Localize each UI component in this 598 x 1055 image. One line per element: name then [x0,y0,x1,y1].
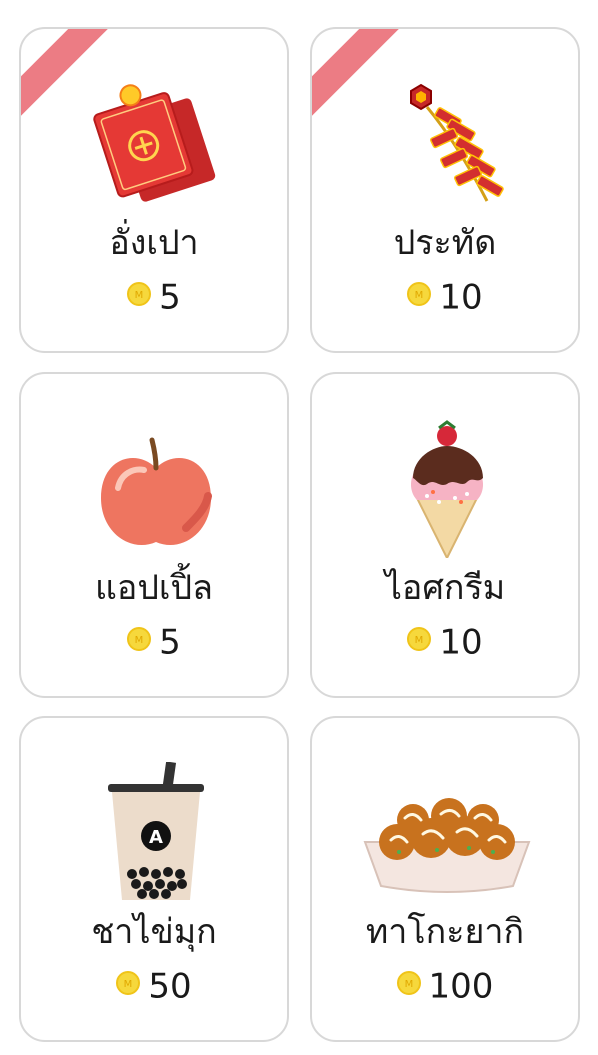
gift-price: M 10 [312,619,578,665]
gift-price-value: 10 [439,277,483,318]
gift-card-takoyaki[interactable]: ทาโกะยากิ M 100 [310,716,580,1042]
red-envelope-icon [56,73,256,213]
svg-text:M: M [404,979,413,990]
coin-icon: M [127,626,152,651]
coin-icon: M [127,281,152,306]
gift-price: M 5 [21,274,287,320]
gift-name: อั่งเปา [109,223,199,263]
firecracker-icon [347,73,547,213]
svg-text:A: A [149,827,163,848]
gift-card-ice-cream[interactable]: ไอศกรีม M 10 [310,372,580,698]
coin-icon: M [396,970,421,995]
gift-name: ประทัด [393,223,497,263]
coin-icon: M [407,626,432,651]
gift-price: M 5 [21,619,287,665]
gift-card-firecracker[interactable]: ประทัด M 10 [310,27,580,353]
gift-price: M 50 [21,963,287,1009]
svg-text:M: M [124,979,133,990]
gift-name: ชาไข่มุก [91,912,217,952]
coin-icon: M [407,281,432,306]
gift-name: ทาโกะยากิ [365,912,525,952]
gift-price: M 10 [312,274,578,320]
gift-name: ไอศกรีม [384,568,506,608]
gift-name: แอปเปิ้ล [95,568,213,608]
svg-text:M: M [135,635,144,646]
gift-price-value: 5 [159,622,181,663]
ice-cream-icon [347,418,547,558]
gift-card-red-envelope[interactable]: อั่งเปา M 5 [19,27,289,353]
gift-price-value: 10 [439,622,483,663]
gift-card-bubble-tea[interactable]: A ชาไข่มุก M 50 [19,716,289,1042]
svg-text:M: M [415,290,424,301]
takoyaki-icon [347,762,547,902]
gift-price: M 100 [312,963,578,1009]
bubble-tea-icon: A [56,762,256,902]
gift-price-value: 5 [159,277,181,318]
svg-text:M: M [415,635,424,646]
gift-grid: อั่งเปา M 5 ประทัด M 10 แอปเปิ้ล M 5 ไอศ… [0,0,598,1055]
gift-card-apple[interactable]: แอปเปิ้ล M 5 [19,372,289,698]
gift-price-value: 50 [148,966,192,1007]
svg-text:M: M [135,290,144,301]
gift-price-value: 100 [428,966,494,1007]
coin-icon: M [116,970,141,995]
apple-icon [56,418,256,558]
